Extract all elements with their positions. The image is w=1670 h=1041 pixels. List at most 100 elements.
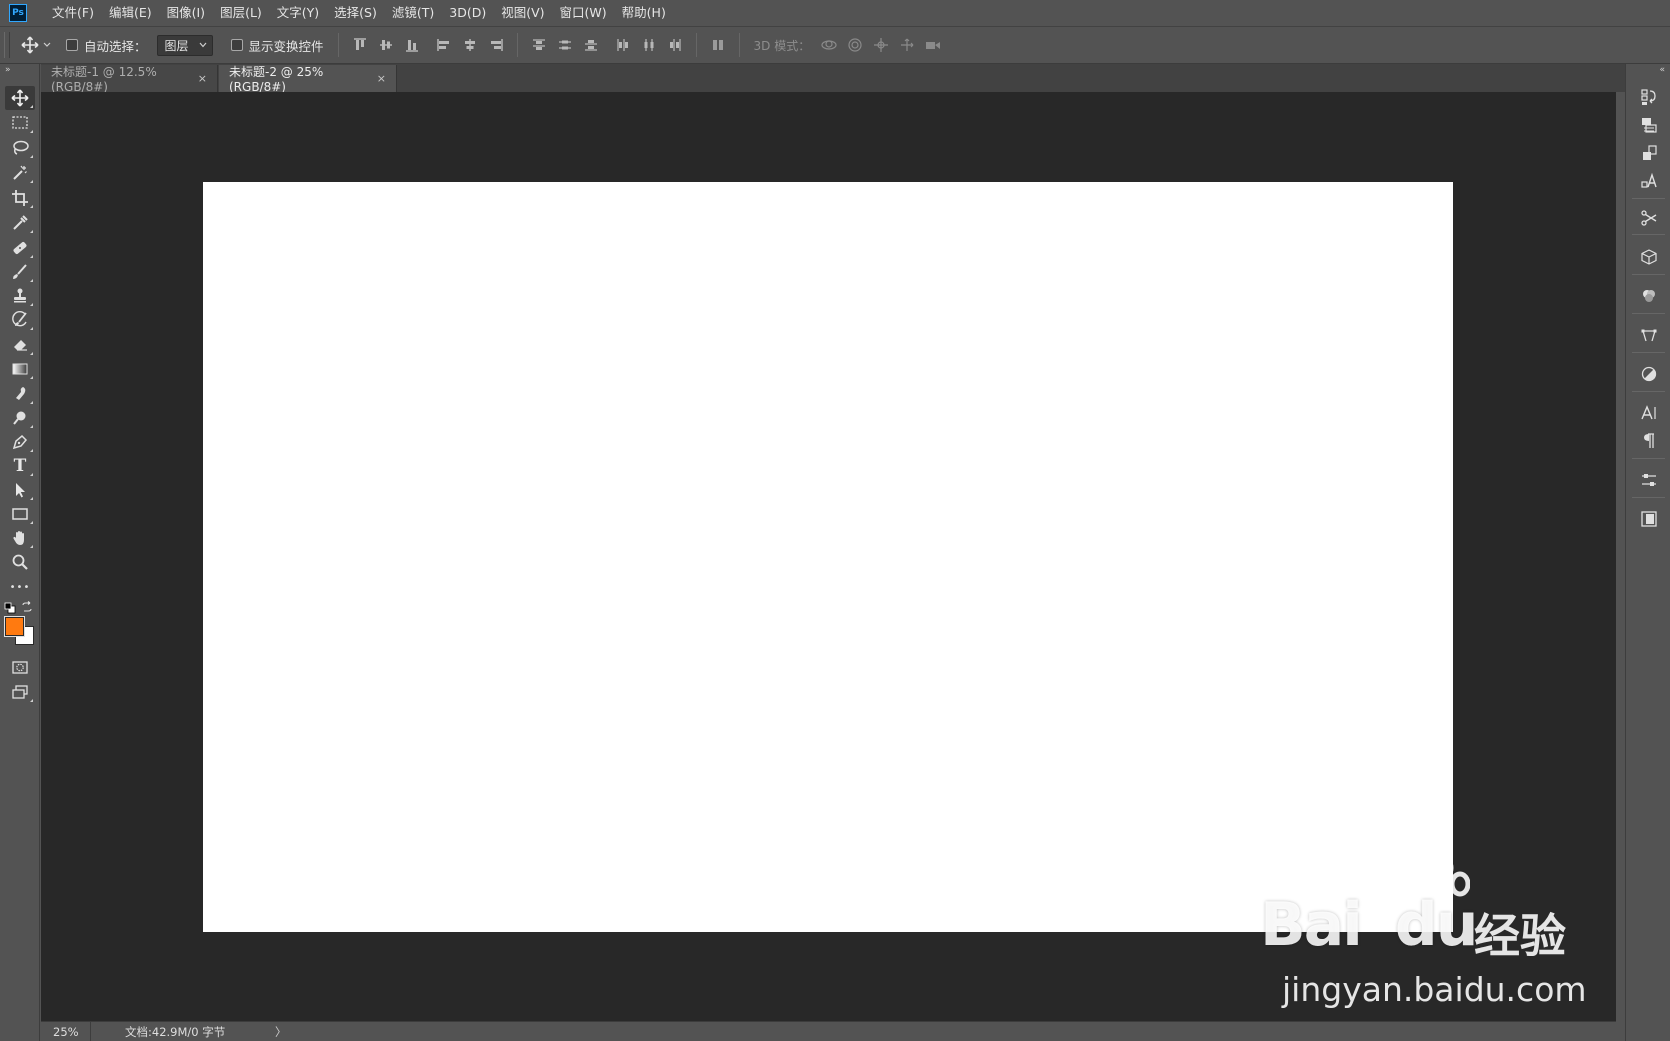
menu-window[interactable]: 窗口(W)	[553, 0, 614, 26]
rectangle-tool[interactable]	[5, 502, 35, 526]
swap-colors-button[interactable]	[21, 601, 33, 613]
crop-tool[interactable]	[5, 186, 35, 210]
healing-brush-tool[interactable]	[5, 236, 35, 260]
adjustments-panel-button[interactable]	[1636, 361, 1662, 387]
distribute-top-button[interactable]	[526, 32, 552, 58]
menu-help[interactable]: 帮助(H)	[615, 0, 673, 26]
distribute-right-button[interactable]	[662, 32, 688, 58]
clone-stamp-tool[interactable]	[5, 284, 35, 308]
show-transform-checkbox[interactable]: 显示变换控件	[230, 36, 324, 55]
tool-flyout-indicator	[30, 521, 33, 524]
default-colors-button[interactable]	[4, 602, 16, 614]
align-right-button[interactable]	[483, 32, 509, 58]
tool-preset-picker[interactable]	[18, 31, 56, 59]
hand-tool[interactable]	[5, 526, 35, 550]
document-canvas[interactable]	[203, 182, 1453, 932]
eyedropper-tool[interactable]	[5, 211, 35, 235]
history-brush-tool[interactable]	[5, 308, 35, 332]
foreground-color-swatch[interactable]	[4, 616, 25, 637]
scissors-icon	[1641, 210, 1657, 226]
3d-scale-button[interactable]	[920, 32, 946, 58]
3d-roll-button[interactable]	[842, 32, 868, 58]
move-tool[interactable]	[5, 86, 35, 110]
quick-mask-button[interactable]	[5, 655, 35, 679]
tab-label: 未标题-2 @ 25%(RGB/8#)	[229, 65, 324, 94]
document-tab-1[interactable]: 未标题-1 @ 12.5%(RGB/8#) ×	[41, 65, 218, 94]
menu-view[interactable]: 视图(V)	[494, 0, 551, 26]
more-tools-icon: •••	[9, 581, 31, 593]
magic-wand-tool[interactable]	[5, 161, 35, 185]
menu-filter[interactable]: 滤镜(T)	[385, 0, 441, 26]
close-icon[interactable]: ×	[377, 72, 386, 85]
auto-align-layers-button[interactable]	[705, 32, 731, 58]
properties-panel-button[interactable]	[1636, 467, 1662, 493]
history-panel-button[interactable]	[1636, 84, 1662, 110]
menu-image[interactable]: 图像(I)	[160, 0, 212, 26]
gradient-tool[interactable]	[5, 357, 35, 381]
close-icon[interactable]: ×	[198, 72, 207, 85]
align-left-button[interactable]	[431, 32, 457, 58]
canvas-workspace[interactable]	[41, 92, 1616, 1021]
marquee-tool[interactable]	[5, 111, 35, 135]
dock-collapse-button[interactable]: «	[1626, 64, 1670, 78]
auto-select-box[interactable]	[66, 39, 78, 51]
options-bar-grip[interactable]	[4, 32, 10, 58]
distribute-left-button[interactable]	[610, 32, 636, 58]
3d-pan-button[interactable]	[868, 32, 894, 58]
menu-file[interactable]: 文件(F)	[45, 0, 101, 26]
brush-tool[interactable]	[5, 260, 35, 284]
tool-presets-panel-button[interactable]	[1636, 205, 1662, 231]
distribute-vertical-center-icon	[558, 40, 571, 50]
3d-panel-button[interactable]	[1636, 244, 1662, 270]
character-panel-button[interactable]	[1636, 400, 1662, 426]
toolbar-collapse-button[interactable]: »	[0, 64, 39, 78]
zoom-tool[interactable]	[5, 550, 35, 574]
blur-tool[interactable]	[5, 382, 35, 406]
align-bottom-button[interactable]	[399, 32, 425, 58]
auto-select-checkbox[interactable]: 自动选择：	[66, 36, 147, 55]
menu-edit[interactable]: 编辑(E)	[102, 0, 159, 26]
edit-toolbar-button[interactable]: •••	[5, 575, 35, 599]
actions-panel-button[interactable]	[1636, 112, 1662, 138]
stamp-icon	[14, 288, 26, 303]
tool-flyout-indicator	[30, 352, 33, 355]
panel-dock: «	[1625, 64, 1670, 1041]
distribute-bottom-button[interactable]	[578, 32, 604, 58]
document-tab-bar: 未标题-1 @ 12.5%(RGB/8#) × 未标题-2 @ 25%(RGB/…	[41, 64, 1625, 94]
type-tool[interactable]: T	[5, 454, 35, 478]
dock-separator	[1632, 198, 1665, 199]
channels-panel-button[interactable]	[1636, 283, 1662, 309]
paragraph-panel-button[interactable]	[1636, 428, 1662, 454]
menu-3d[interactable]: 3D(D)	[442, 0, 493, 26]
3d-orbit-button[interactable]	[816, 32, 842, 58]
menu-layer[interactable]: 图层(L)	[213, 0, 269, 26]
libraries-icon	[1641, 511, 1657, 527]
gradient-icon	[12, 363, 28, 375]
eraser-tool[interactable]	[5, 333, 35, 357]
menu-type[interactable]: 文字(Y)	[270, 0, 326, 26]
document-tab-2[interactable]: 未标题-2 @ 25%(RGB/8#) ×	[219, 65, 397, 94]
path-selection-tool[interactable]	[5, 478, 35, 502]
align-vcenter-button[interactable]	[373, 32, 399, 58]
align-top-button[interactable]	[347, 32, 373, 58]
screen-mode-button[interactable]	[5, 680, 35, 704]
paths-panel-button[interactable]	[1636, 322, 1662, 348]
character-styles-panel-button[interactable]	[1636, 168, 1662, 194]
lasso-tool[interactable]	[5, 136, 35, 160]
zoom-level-field[interactable]: 25%	[41, 1021, 91, 1041]
dodge-tool[interactable]	[5, 406, 35, 430]
status-menu-arrow-icon[interactable]: 〉	[275, 1024, 287, 1040]
auto-select-target-dropdown[interactable]: 图层	[156, 34, 213, 56]
show-transform-box[interactable]	[230, 39, 243, 51]
tools-panel: » T •••	[0, 64, 40, 1041]
layer-comps-panel-button[interactable]	[1636, 140, 1662, 166]
tool-flyout-indicator	[30, 327, 33, 330]
move-icon	[11, 89, 29, 107]
menu-select[interactable]: 选择(S)	[327, 0, 384, 26]
align-hcenter-button[interactable]	[457, 32, 483, 58]
distribute-hcenter-button[interactable]	[636, 32, 662, 58]
3d-slide-button[interactable]	[894, 32, 920, 58]
distribute-vcenter-button[interactable]	[552, 32, 578, 58]
pen-tool[interactable]	[5, 430, 35, 454]
libraries-panel-button[interactable]	[1636, 506, 1662, 532]
